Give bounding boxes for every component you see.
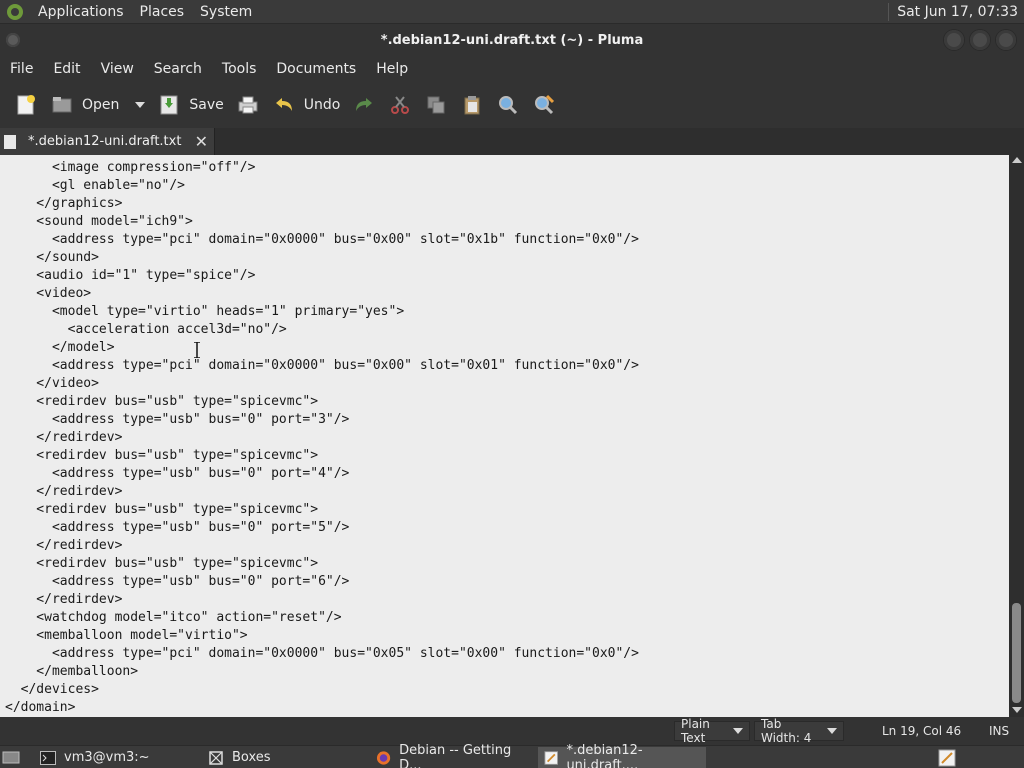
menu-help[interactable]: Help [366, 61, 418, 77]
open-label: Open [82, 97, 120, 113]
close-tab-icon[interactable]: ✕ [195, 132, 208, 151]
find-button[interactable] [490, 87, 526, 123]
tab-bar: *.debian12-uni.draft.txt ✕ [0, 128, 1024, 155]
bottom-panel: vm3@vm3:~ Boxes Debian -- Getting D... *… [0, 743, 1024, 768]
window-menu-button[interactable] [6, 33, 20, 47]
taskbar-item-terminal[interactable]: vm3@vm3:~ [34, 747, 194, 768]
print-button[interactable] [230, 87, 266, 123]
terminal-icon [40, 750, 56, 765]
toolbar: Open Save Undo [0, 82, 1024, 128]
menu-tools[interactable]: Tools [212, 61, 267, 77]
top-panel: Applications Places System Sat Jun 17, 0… [0, 0, 1024, 24]
open-folder-icon [52, 97, 72, 113]
text-editor-icon [938, 749, 956, 766]
undo-icon [275, 98, 292, 111]
search-icon [499, 96, 518, 115]
system-menu[interactable]: System [192, 4, 260, 20]
tray-pluma-icon-button[interactable] [936, 747, 958, 768]
insert-mode: INS [989, 724, 1010, 738]
boxes-icon [209, 750, 223, 765]
chevron-down-icon [135, 102, 146, 108]
window-title: *.debian12-uni.draft.txt (~) - Pluma [380, 32, 644, 48]
menu-file[interactable]: File [0, 61, 43, 77]
panel-separator [888, 2, 890, 21]
save-icon [160, 95, 178, 115]
undo-button[interactable]: Undo [266, 87, 347, 123]
chevron-down-icon [827, 728, 837, 734]
tab-label: *.debian12-uni.draft.txt [28, 134, 182, 149]
syntax-label: Plain Text [681, 717, 710, 745]
maximize-button[interactable] [970, 30, 990, 50]
text-cursor-icon [194, 342, 200, 358]
print-icon [238, 96, 258, 114]
paste-button[interactable] [454, 87, 490, 123]
replace-button[interactable] [526, 87, 562, 123]
tab-width-label: Tab Width: 4 [761, 717, 812, 745]
tab-width-selector[interactable]: Tab Width: 4 [754, 717, 844, 745]
paste-icon [464, 96, 480, 115]
open-recent-dropdown[interactable] [125, 87, 151, 123]
find-replace-icon [535, 94, 555, 115]
applications-menu[interactable]: Applications [30, 4, 132, 20]
text-editor[interactable]: <image compression="off"/> <gl enable="n… [0, 155, 1009, 717]
scissors-icon [391, 96, 410, 114]
window-titlebar[interactable]: *.debian12-uni.draft.txt (~) - Pluma [0, 24, 1024, 56]
save-button[interactable]: Save [151, 87, 229, 123]
redo-icon [356, 98, 373, 111]
desktop-icon [2, 751, 20, 763]
menu-documents[interactable]: Documents [266, 61, 366, 77]
tab-document[interactable]: *.debian12-uni.draft.txt ✕ [0, 128, 215, 155]
taskbar-label: Boxes [232, 750, 271, 765]
taskbar-label: Debian -- Getting D... [399, 742, 512, 768]
menu-view[interactable]: View [91, 61, 144, 77]
copy-icon [427, 96, 445, 114]
editor-content[interactable]: <image compression="off"/> <gl enable="n… [5, 159, 639, 717]
firefox-icon [376, 750, 391, 765]
menu-search[interactable]: Search [144, 61, 212, 77]
cut-button[interactable] [382, 87, 418, 123]
taskbar-label: *.debian12-uni.draft.... [566, 742, 643, 768]
taskbar-item-firefox[interactable]: Debian -- Getting D... [370, 743, 536, 768]
cursor-position: Ln 19, Col 46 [882, 724, 962, 738]
chevron-down-icon [733, 728, 743, 734]
window-controls [944, 30, 1016, 50]
new-document-icon [17, 95, 35, 115]
clock[interactable]: Sat Jun 17, 07:33 [897, 4, 1024, 20]
pluma-icon [544, 750, 558, 765]
taskbar-item-pluma[interactable]: *.debian12-uni.draft.... [538, 743, 706, 768]
menubar: File Edit View Search Tools Documents He… [0, 56, 1024, 82]
show-desktop-button[interactable] [0, 747, 22, 768]
save-label: Save [189, 97, 224, 113]
vertical-scrollbar[interactable] [1009, 155, 1024, 717]
menu-edit[interactable]: Edit [43, 61, 90, 77]
document-icon [4, 134, 16, 149]
new-button[interactable] [8, 87, 44, 123]
minimize-button[interactable] [944, 30, 964, 50]
close-window-button[interactable] [996, 30, 1016, 50]
scrollbar-thumb[interactable] [1012, 603, 1021, 703]
scroll-down-icon[interactable] [1012, 707, 1022, 713]
undo-label: Undo [303, 97, 341, 113]
statusbar: Plain Text Tab Width: 4 Ln 19, Col 46 IN… [0, 717, 1024, 745]
scroll-up-icon[interactable] [1012, 157, 1022, 163]
taskbar-label: vm3@vm3:~ [64, 750, 150, 765]
open-button[interactable]: Open [44, 87, 125, 123]
places-menu[interactable]: Places [132, 4, 193, 20]
copy-button[interactable] [418, 87, 454, 123]
taskbar-item-boxes[interactable]: Boxes [202, 747, 362, 768]
syntax-selector[interactable]: Plain Text [674, 717, 750, 745]
mate-logo-icon[interactable] [6, 3, 24, 21]
redo-button[interactable] [346, 87, 382, 123]
